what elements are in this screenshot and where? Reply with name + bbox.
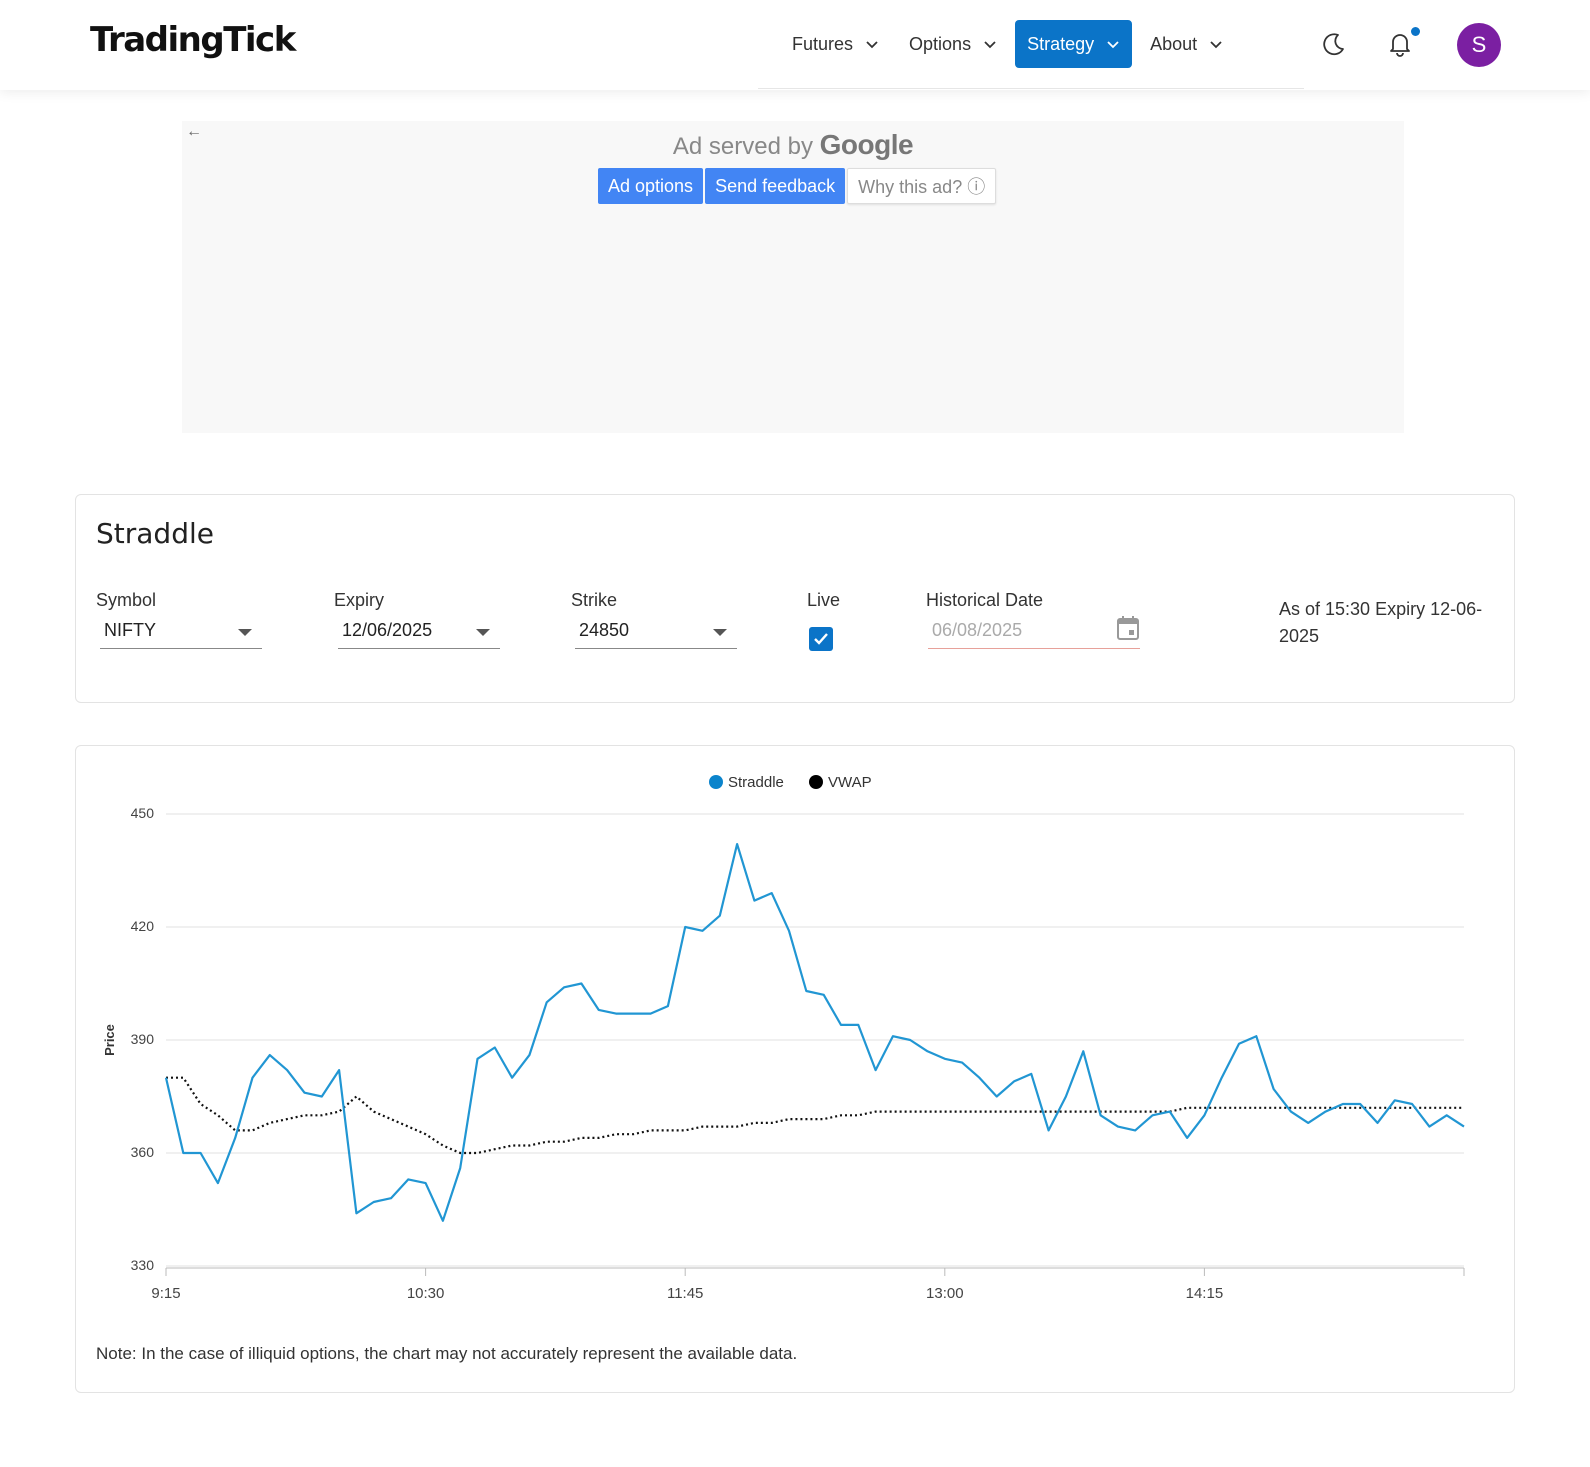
chevron-down-icon xyxy=(1210,41,1222,49)
live-checkbox[interactable] xyxy=(809,627,833,651)
dropdown-caret-icon xyxy=(476,629,490,636)
nav-options-label: Options xyxy=(909,33,972,54)
x-tick-label: 9:15 xyxy=(151,1285,180,1302)
notification-badge xyxy=(1411,27,1420,36)
ad-options-button[interactable]: Ad options xyxy=(598,168,704,204)
ad-served-by: Ad served by Google xyxy=(182,129,1404,161)
legend-marker xyxy=(809,775,823,789)
y-tick-label: 450 xyxy=(131,805,155,821)
ad-served-prefix: Ad served by xyxy=(672,133,813,160)
historical-date-input[interactable]: 06/08/2025 xyxy=(928,615,1140,649)
as-of-text: As of 15:30 Expiry 12-06-2025 xyxy=(1279,599,1483,646)
chart-card: Straddle VWAP 450 420 390 360 330 Price 9:15 10… xyxy=(75,745,1515,1393)
y-axis-label: Price xyxy=(102,1024,117,1056)
y-tick-label: 390 xyxy=(131,1031,155,1047)
nav-about[interactable]: About xyxy=(1138,20,1235,68)
nav-options[interactable]: Options xyxy=(897,20,1009,68)
ad-button-group: Ad options Send feedback Why this ad? ⓘ xyxy=(598,168,998,204)
y-tick-label: 330 xyxy=(131,1257,155,1273)
legend-label[interactable]: Straddle xyxy=(728,774,784,791)
series-line-straddle xyxy=(164,842,1465,1222)
symbol-label: Symbol xyxy=(96,590,157,610)
y-tick-label: 360 xyxy=(131,1144,155,1160)
x-tick-label: 11:45 xyxy=(667,1285,703,1302)
dropdown-caret-icon xyxy=(713,629,727,636)
calendar-icon[interactable] xyxy=(1116,615,1140,641)
legend-label[interactable]: VWAP xyxy=(828,774,872,791)
ad-container: ← Ad served by Google Ad options Send fe… xyxy=(182,121,1404,433)
moon-icon xyxy=(1323,33,1344,56)
y-axis: 450 420 390 360 330 Price xyxy=(102,805,154,1273)
nav-divider xyxy=(758,88,1304,89)
send-feedback-button[interactable]: Send feedback xyxy=(705,168,846,204)
historical-date-label: Historical Date xyxy=(926,590,1044,610)
x-axis: 9:15 10:30 11:45 13:00 14:15 xyxy=(151,1267,1465,1302)
x-tick-label: 10:30 xyxy=(407,1285,445,1302)
symbol-select[interactable]: NIFTY xyxy=(100,617,262,649)
chart-legend: Straddle VWAP xyxy=(709,774,872,791)
nav-strategy-label: Strategy xyxy=(1027,33,1095,54)
expiry-value: 12/06/2025 xyxy=(342,620,433,640)
dropdown-caret-icon xyxy=(238,629,252,636)
chevron-down-icon xyxy=(1107,41,1119,49)
avatar[interactable]: S xyxy=(1457,23,1501,67)
strike-select[interactable]: 24850 xyxy=(575,617,737,649)
google-logo: Google xyxy=(819,129,914,160)
straddle-form-card: Straddle Symbol NIFTY Expiry 12/06/2025 … xyxy=(75,494,1515,703)
strike-label: Strike xyxy=(571,590,618,610)
historical-date-value: 06/08/2025 xyxy=(932,620,1023,640)
theme-toggle-button[interactable] xyxy=(1316,26,1352,62)
top-header: TradingTick Futures Options Strategy Abo… xyxy=(0,0,1590,90)
live-label: Live xyxy=(807,590,841,610)
nav-futures-label: Futures xyxy=(792,33,854,54)
x-tick-label: 13:00 xyxy=(926,1285,964,1302)
chart-note: Note: In the case of illiquid options, t… xyxy=(96,1344,798,1363)
main-nav: Futures Options Strategy About xyxy=(780,20,1241,68)
checkmark-icon xyxy=(814,633,828,645)
site-logo[interactable]: TradingTick xyxy=(90,20,296,60)
page-title: Straddle xyxy=(96,517,214,550)
legend-marker xyxy=(709,775,723,789)
nav-about-label: About xyxy=(1150,33,1198,54)
strike-value: 24850 xyxy=(579,620,630,640)
symbol-value: NIFTY xyxy=(104,620,156,640)
straddle-chart: Straddle VWAP 450 420 390 360 330 Price 9:15 10… xyxy=(102,774,1465,1302)
bell-icon xyxy=(1390,34,1410,57)
why-this-ad-button[interactable]: Why this ad? ⓘ xyxy=(847,168,997,204)
y-tick-label: 420 xyxy=(131,918,155,934)
expiry-select[interactable]: 12/06/2025 xyxy=(338,617,500,649)
chevron-down-icon xyxy=(866,41,878,49)
chart-series xyxy=(164,842,1465,1222)
x-tick-label: 14:15 xyxy=(1186,1285,1224,1302)
expiry-label: Expiry xyxy=(334,590,385,610)
series-line-vwap xyxy=(166,1076,1464,1155)
nav-strategy[interactable]: Strategy xyxy=(1015,20,1133,68)
chart-grid xyxy=(166,813,1464,1267)
nav-futures[interactable]: Futures xyxy=(780,20,891,68)
chevron-down-icon xyxy=(984,41,996,49)
